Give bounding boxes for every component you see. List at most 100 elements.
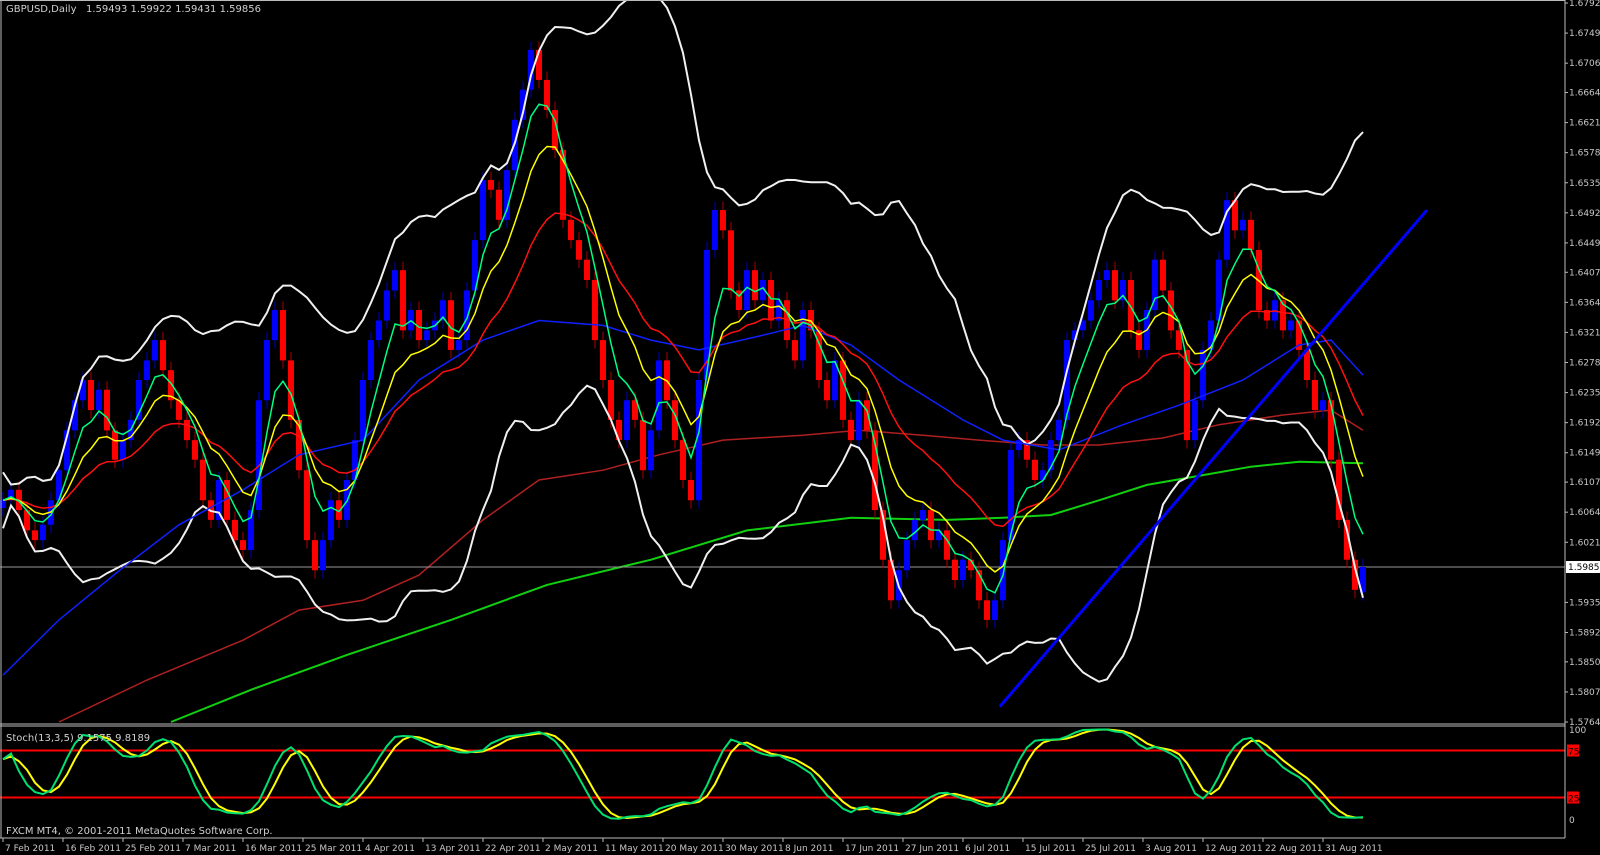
candle-body <box>264 340 270 401</box>
candle[interactable] <box>1152 251 1158 319</box>
candle-body <box>576 240 582 260</box>
candle[interactable] <box>464 282 470 349</box>
stoch-level-label: 25 <box>1568 795 1579 805</box>
date-tick-label: 20 May 2011 <box>665 844 724 854</box>
date-tick-label: 27 Jun 2011 <box>905 844 959 854</box>
candle[interactable] <box>832 352 838 409</box>
candle-body <box>312 540 318 571</box>
price-tick-label: 1.62350 <box>1569 389 1600 399</box>
candle[interactable] <box>200 451 206 509</box>
candle-body <box>984 600 990 620</box>
candle-body <box>792 340 798 361</box>
candle-body <box>712 210 718 250</box>
price-tick-label: 1.59350 <box>1569 598 1600 608</box>
candle-body <box>568 219 574 241</box>
price-tick-label: 1.66640 <box>1569 89 1600 99</box>
candle[interactable] <box>1224 191 1230 269</box>
candle[interactable] <box>600 331 606 389</box>
price-tick-label: 1.66210 <box>1569 119 1600 129</box>
candle-body <box>840 360 846 420</box>
candle-body <box>496 189 502 220</box>
candle-body <box>584 259 590 280</box>
date-tick-label: 4 Apr 2011 <box>365 844 415 854</box>
price-tick-label: 1.60640 <box>1569 508 1600 518</box>
candle[interactable] <box>256 391 262 519</box>
candle[interactable] <box>304 461 310 549</box>
candle-body <box>1240 219 1246 231</box>
stoch-scale-label: 100 <box>1569 726 1586 736</box>
candle-body <box>680 440 686 481</box>
candle-body <box>728 230 734 291</box>
price-tick-label: 1.65350 <box>1569 179 1600 189</box>
candle[interactable] <box>592 271 598 349</box>
candle[interactable] <box>728 221 734 299</box>
candle-body <box>192 440 198 460</box>
candle-body <box>456 340 462 350</box>
candle-body <box>376 320 382 341</box>
date-tick-label: 6 Jul 2011 <box>965 844 1010 854</box>
date-tick-label: 22 Aug 2011 <box>1265 844 1323 854</box>
candle-body <box>480 179 486 241</box>
date-tick-label: 15 Jul 2011 <box>1025 844 1076 854</box>
stoch-level-label: 75 <box>1568 748 1579 758</box>
candle-body <box>256 400 262 511</box>
candle-body <box>272 310 278 341</box>
candle[interactable] <box>712 201 718 259</box>
candle-body <box>104 389 110 431</box>
price-tick-label: 1.61070 <box>1569 478 1600 488</box>
candle-body <box>848 419 854 441</box>
date-tick-label: 31 Aug 2011 <box>1325 844 1383 854</box>
candle-body <box>184 419 190 441</box>
candle[interactable] <box>648 421 654 479</box>
price-chart[interactable]: 1.67920 1.67490 1.67060 1.66640 1.66210 1.657… <box>0 0 1600 855</box>
candle-body <box>656 360 662 431</box>
date-tick-label: 8 Jun 2011 <box>785 844 833 854</box>
price-tick-label: 1.67920 <box>1569 0 1600 9</box>
candle[interactable] <box>800 301 806 369</box>
candle[interactable] <box>768 271 774 329</box>
price-tick-label: 1.58920 <box>1569 628 1600 638</box>
candle[interactable] <box>368 331 374 389</box>
candle-body <box>320 540 326 571</box>
candle-body <box>160 340 166 371</box>
symbol-timeframe-label: GBPUSD,Daily <box>6 4 77 15</box>
date-tick-label: 16 Feb 2011 <box>65 844 121 854</box>
candle-body <box>1096 279 1102 301</box>
candle-body <box>392 270 398 291</box>
candle[interactable] <box>400 261 406 339</box>
candle-body <box>1016 440 1022 450</box>
candle-body <box>1112 270 1118 301</box>
candle[interactable] <box>1336 451 1342 529</box>
candle[interactable] <box>104 381 110 439</box>
candle-body <box>768 279 774 321</box>
candle[interactable] <box>328 491 334 549</box>
candle[interactable] <box>656 352 662 439</box>
candle-body <box>960 559 966 581</box>
candle-body <box>488 179 494 190</box>
candle-body <box>648 430 654 471</box>
candle-body <box>1056 419 1062 441</box>
candle-body <box>752 270 758 301</box>
candle-body <box>944 530 950 560</box>
date-tick-label: 25 Mar 2011 <box>305 844 362 854</box>
candle[interactable] <box>264 331 270 409</box>
candle-body <box>400 270 406 331</box>
candle-body <box>304 470 310 541</box>
candle[interactable] <box>136 371 142 429</box>
candle-body <box>40 524 46 541</box>
candle[interactable] <box>280 301 286 369</box>
candle-body <box>120 440 126 460</box>
candle[interactable] <box>504 161 510 229</box>
price-tick-label: 1.62780 <box>1569 359 1600 369</box>
price-tick-label: 1.58070 <box>1569 688 1600 698</box>
date-tick-label: 12 Aug 2011 <box>1205 844 1263 854</box>
price-tick-label: 1.64490 <box>1569 239 1600 249</box>
date-tick-label: 25 Feb 2011 <box>125 844 181 854</box>
candle-body <box>904 540 910 571</box>
date-tick-label: 17 Jun 2011 <box>845 844 899 854</box>
candle-body <box>1192 400 1198 441</box>
candle[interactable] <box>624 391 630 449</box>
price-tick-label: 1.64920 <box>1569 209 1600 219</box>
candle[interactable] <box>1000 531 1006 609</box>
candle-body <box>368 340 374 380</box>
